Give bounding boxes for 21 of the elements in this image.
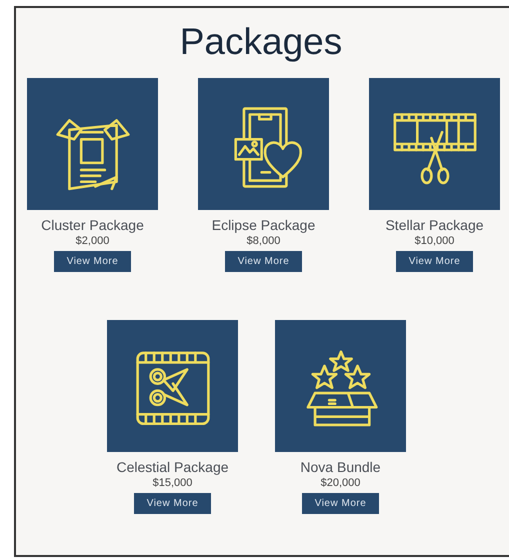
phone-heart-icon <box>234 107 302 188</box>
page-title: Packages <box>180 20 342 64</box>
scissors-film-icon <box>393 113 476 184</box>
view-more-button[interactable]: View More <box>225 251 302 272</box>
package-price: $15,000 <box>152 476 192 490</box>
package-name: Eclipse Package <box>212 216 316 234</box>
package-name: Cluster Package <box>41 216 144 234</box>
package-price: $20,000 <box>320 476 360 490</box>
view-more-button[interactable]: View More <box>54 251 131 272</box>
view-more-button[interactable]: View More <box>302 493 379 514</box>
view-more-button[interactable]: View More <box>134 493 211 514</box>
star-box-icon <box>306 350 378 426</box>
package-price: $10,000 <box>414 234 454 248</box>
package-price: $2,000 <box>76 234 110 248</box>
package-name: Stellar Package <box>385 216 484 234</box>
poster-icon <box>56 119 130 190</box>
package-name: Celestial Package <box>116 458 229 476</box>
scissors-film-icon <box>136 352 210 426</box>
package-price: $8,000 <box>246 234 280 248</box>
package-name: Nova Bundle <box>300 458 381 476</box>
view-more-button[interactable]: View More <box>396 251 473 272</box>
